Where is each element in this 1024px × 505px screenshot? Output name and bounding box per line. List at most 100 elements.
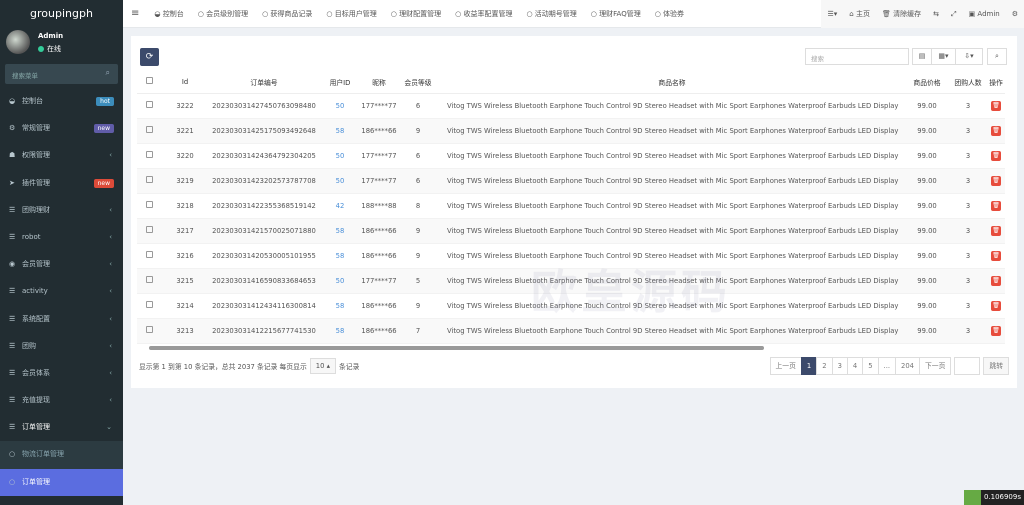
page-button[interactable]: 4 xyxy=(846,357,864,375)
delete-icon[interactable]: 🗑 xyxy=(991,200,1001,211)
sidebar-item[interactable]: ◒ 控制台 hot xyxy=(0,88,123,115)
nav-tab[interactable]: ○ 体验券 xyxy=(648,9,691,19)
delete-icon[interactable]: 🗑 xyxy=(991,275,1001,286)
row-select[interactable] xyxy=(137,143,161,169)
row-select[interactable] xyxy=(137,168,161,194)
delete-icon[interactable]: 🗑 xyxy=(991,300,1001,311)
home-link[interactable]: ⌂ 主页 xyxy=(843,9,876,19)
page-button[interactable]: 下一页 xyxy=(919,357,952,375)
sidebar-item[interactable]: ➤ 插件管理 new xyxy=(0,170,123,197)
toggle-view-button[interactable]: ▤ xyxy=(912,48,932,65)
delete-icon[interactable]: 🗑 xyxy=(991,250,1001,261)
row-select[interactable] xyxy=(137,293,161,319)
row-select[interactable] xyxy=(137,118,161,144)
row-checkbox[interactable] xyxy=(145,326,153,333)
cell-user-id-link[interactable]: 50 xyxy=(319,268,361,294)
column-header[interactable]: 昵称 xyxy=(361,71,397,94)
sidebar-item[interactable]: ☰ 充值提现 ‹ xyxy=(0,387,123,414)
column-header[interactable]: 操作 xyxy=(987,71,1005,94)
advanced-search-button[interactable]: ⌕ xyxy=(987,48,1007,65)
cell-user-id-link[interactable]: 58 xyxy=(319,318,361,344)
column-header[interactable]: 用户ID xyxy=(319,71,361,94)
page-button[interactable]: 5 xyxy=(862,357,879,375)
column-header[interactable]: Id xyxy=(161,71,209,94)
export-button[interactable]: ⇩▾ xyxy=(955,48,983,65)
sidebar-item[interactable]: ☰ 会员体系 ‹ xyxy=(0,360,123,387)
cell-user-id-link[interactable]: 58 xyxy=(319,218,361,244)
scrollbar-thumb[interactable] xyxy=(149,346,764,350)
page-button[interactable]: 2 xyxy=(816,357,833,375)
row-checkbox[interactable] xyxy=(145,101,153,108)
table-search-input[interactable]: 搜索 xyxy=(805,48,909,65)
jump-button[interactable]: 跳转 xyxy=(983,357,1009,375)
sidebar-item[interactable]: ☰ activity ‹ xyxy=(0,278,123,305)
sidebar-item[interactable]: ☰ 团购理财 ‹ xyxy=(0,197,123,224)
cell-user-id-link[interactable]: 58 xyxy=(319,293,361,319)
column-header[interactable]: 订单编号 xyxy=(209,71,319,94)
search-icon[interactable]: ⌕ xyxy=(106,68,110,78)
page-button[interactable]: 3 xyxy=(831,357,848,375)
row-checkbox[interactable] xyxy=(145,276,153,283)
row-select[interactable] xyxy=(137,318,161,344)
nav-tab[interactable]: ○ 理财配置管理 xyxy=(384,9,448,19)
horizontal-scrollbar[interactable] xyxy=(139,345,1007,351)
select-all-checkbox[interactable] xyxy=(145,77,153,85)
cell-user-id-link[interactable]: 42 xyxy=(319,193,361,219)
row-checkbox[interactable] xyxy=(145,151,153,158)
row-checkbox[interactable] xyxy=(145,176,153,183)
translate-icon[interactable]: ⇆ xyxy=(927,10,945,18)
nav-tab[interactable]: ○ 理财FAQ管理 xyxy=(584,9,648,19)
column-header[interactable]: 商品名称 xyxy=(439,71,905,94)
row-select[interactable] xyxy=(137,193,161,219)
cell-user-id-link[interactable]: 58 xyxy=(319,243,361,269)
settings-icon[interactable]: ⚙ xyxy=(1006,10,1024,18)
menu-search-input[interactable]: 搜索菜单 ⌕ xyxy=(5,64,118,84)
columns-button[interactable]: ▦▾ xyxy=(931,48,956,65)
list-menu-icon[interactable]: ☰▾ xyxy=(821,10,843,18)
nav-tab[interactable]: ○ 会员级别管理 xyxy=(191,9,255,19)
cell-user-id-link[interactable]: 50 xyxy=(319,93,361,119)
sidebar-item[interactable]: ☗ 权限管理 ‹ xyxy=(0,142,123,169)
column-header[interactable]: 商品价格 xyxy=(905,71,949,94)
sidebar-item[interactable]: ☰ 团购 ‹ xyxy=(0,333,123,360)
select-all-header[interactable] xyxy=(137,71,161,94)
row-select[interactable] xyxy=(137,243,161,269)
row-checkbox[interactable] xyxy=(145,226,153,233)
page-size-select[interactable]: 10 ▴ xyxy=(309,358,336,374)
row-select[interactable] xyxy=(137,93,161,119)
admin-menu[interactable]: ▣ Admin xyxy=(963,10,1006,18)
nav-tab[interactable]: ○ 收益率配置管理 xyxy=(448,9,519,19)
page-button[interactable]: ... xyxy=(877,357,897,375)
row-select[interactable] xyxy=(137,268,161,294)
sidebar-item[interactable]: ⚙ 常规管理 new xyxy=(0,115,123,142)
sidebar-subitem[interactable]: ○ 物流订单管理 xyxy=(0,441,123,469)
row-select[interactable] xyxy=(137,218,161,244)
sidebar-item[interactable]: ◉ 会员管理 ‹ xyxy=(0,251,123,278)
sidebar-item[interactable]: ☰ 订单管理 ⌄ xyxy=(0,414,123,441)
delete-icon[interactable]: 🗑 xyxy=(991,125,1001,136)
row-checkbox[interactable] xyxy=(145,251,153,258)
delete-icon[interactable]: 🗑 xyxy=(991,175,1001,186)
column-header[interactable]: 团购人数 xyxy=(949,71,987,94)
nav-tab[interactable]: ○ 活动期号管理 xyxy=(519,9,583,19)
delete-icon[interactable]: 🗑 xyxy=(991,325,1001,336)
column-header[interactable]: 会员等级 xyxy=(397,71,439,94)
jump-page-input[interactable] xyxy=(954,357,981,375)
row-checkbox[interactable] xyxy=(145,301,153,308)
cell-user-id-link[interactable]: 50 xyxy=(319,168,361,194)
delete-icon[interactable]: 🗑 xyxy=(991,150,1001,161)
nav-tab[interactable]: ○ 目标用户管理 xyxy=(319,9,383,19)
nav-tab[interactable]: ○ 获得商品记录 xyxy=(255,9,319,19)
refresh-button[interactable]: ⟳ xyxy=(140,48,159,66)
nav-tab[interactable]: ◒ 控制台 xyxy=(147,9,190,19)
page-button[interactable]: 1 xyxy=(800,357,818,375)
page-button[interactable]: 204 xyxy=(895,357,921,375)
delete-icon[interactable]: 🗑 xyxy=(991,225,1001,236)
sidebar-item[interactable]: ☰ robot ‹ xyxy=(0,224,123,251)
fullscreen-icon[interactable]: ⤢ xyxy=(945,10,963,19)
cell-user-id-link[interactable]: 58 xyxy=(319,118,361,144)
sidebar-item[interactable]: ☰ 系统配置 ‹ xyxy=(0,306,123,333)
cell-user-id-link[interactable]: 50 xyxy=(319,143,361,169)
logo[interactable]: groupingph xyxy=(0,0,123,30)
clear-cache-button[interactable]: 🗑 清除缓存 xyxy=(876,9,927,19)
